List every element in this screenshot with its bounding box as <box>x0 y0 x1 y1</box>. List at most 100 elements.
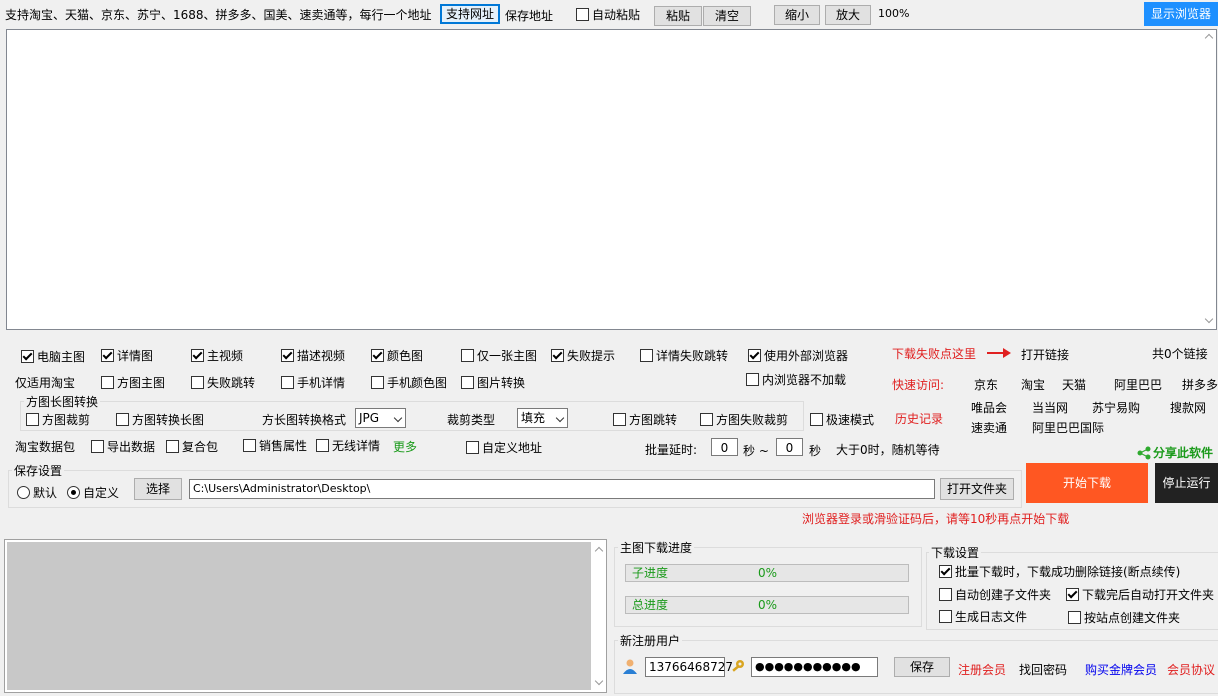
opt-image-convert[interactable]: 图片转换 <box>461 374 525 391</box>
format-label: 方长图转换格式 <box>262 413 347 427</box>
delay-from-input[interactable]: 0 <box>711 438 738 456</box>
opt-square-to-long[interactable]: 方图转换长图 <box>116 411 204 428</box>
url-textarea[interactable] <box>6 29 1217 330</box>
radio-default[interactable]: 默认 <box>17 484 57 501</box>
quick-link-dangdang[interactable]: 当当网 <box>1032 399 1068 416</box>
preview-panel[interactable] <box>4 539 607 693</box>
progress-title: 主图下载进度 <box>618 539 695 556</box>
register-link[interactable]: 注册会员 <box>958 661 1006 678</box>
opt-auto-subfolder[interactable]: 自动创建子文件夹 <box>939 586 1051 603</box>
opt-export-data[interactable]: 导出数据 <box>91 438 155 455</box>
arrow-head-icon <box>1003 348 1011 358</box>
quick-link-pinduoduo[interactable]: 拼多多 <box>1182 376 1218 393</box>
opt-gen-log[interactable]: 生成日志文件 <box>939 608 1027 625</box>
opt-main-video[interactable]: 主视频 <box>191 347 243 364</box>
taobao-only-label: 仅适用淘宝 <box>15 376 76 390</box>
opt-square-jump[interactable]: 方图跳转 <box>613 411 677 428</box>
quick-link-vip[interactable]: 唯品会 <box>971 399 1007 416</box>
user-title: 新注册用户 <box>618 632 683 649</box>
supported-sites-button[interactable]: 支持网址 <box>440 4 500 24</box>
user-save-button[interactable]: 保存 <box>894 657 950 677</box>
opt-custom-address[interactable]: 自定义地址 <box>466 439 542 456</box>
open-link[interactable]: 打开链接 <box>1021 346 1069 363</box>
quick-link-alibaba[interactable]: 阿里巴巴 <box>1114 376 1162 393</box>
paste-button[interactable]: 粘贴 <box>654 6 702 26</box>
data-pack-label: 淘宝数据包 <box>15 440 76 454</box>
scroll-up-icon[interactable] <box>1204 33 1214 43</box>
opt-square-fail-crop[interactable]: 方图失败裁剪 <box>700 411 788 428</box>
opt-single-main-image[interactable]: 仅一张主图 <box>461 347 537 364</box>
crop-type-select[interactable]: 填充 <box>517 408 568 428</box>
opt-fast-mode[interactable]: 极速模式 <box>810 411 874 428</box>
opt-square-main[interactable]: 方图主图 <box>101 374 165 391</box>
password-input[interactable]: ●●●●●●●●●●● <box>751 657 878 677</box>
opt-inner-browser[interactable]: 内浏览器不加载 <box>746 371 846 388</box>
random-wait-label: 大于0时，随机等待 <box>836 443 940 457</box>
radio-custom[interactable]: 自定义 <box>67 484 119 501</box>
quick-link-alibaba-intl[interactable]: 阿里巴巴国际 <box>1032 419 1104 436</box>
opt-by-site[interactable]: 按站点创建文件夹 <box>1068 609 1180 626</box>
link-count: 共0个链接 <box>1152 347 1208 361</box>
scroll-down-icon[interactable] <box>594 676 604 686</box>
recover-password-link[interactable]: 找回密码 <box>1019 661 1067 678</box>
opt-external-browser[interactable]: 使用外部浏览器 <box>748 347 848 364</box>
opt-sales-attr[interactable]: 销售属性 <box>243 437 307 454</box>
scroll-down-icon[interactable] <box>1204 314 1214 324</box>
opt-desc-video[interactable]: 描述视频 <box>281 347 345 364</box>
quick-link-taobao[interactable]: 淘宝 <box>1021 376 1045 393</box>
opt-mobile-detail[interactable]: 手机详情 <box>281 374 345 391</box>
quick-visit-label: 快速访问: <box>892 378 945 392</box>
agreement-link[interactable]: 会员协议 <box>1167 661 1215 678</box>
opt-batch-delete[interactable]: 批量下载时，下载成功删除链接(断点续传) <box>939 563 1180 580</box>
zoom-out-button[interactable]: 缩小 <box>774 5 820 25</box>
quick-link-jd[interactable]: 京东 <box>974 376 998 393</box>
more-link[interactable]: 更多 <box>393 438 417 455</box>
opt-fail-prompt[interactable]: 失败提示 <box>551 347 615 364</box>
quick-link-tmall[interactable]: 天猫 <box>1062 376 1086 393</box>
save-address-link[interactable]: 保存地址 <box>505 7 553 24</box>
open-folder-button[interactable]: 打开文件夹 <box>940 478 1014 500</box>
sec-label: 秒 <box>809 444 822 458</box>
show-browser-button[interactable]: 显示浏览器 <box>1144 2 1218 26</box>
opt-fail-jump[interactable]: 失败跳转 <box>191 374 255 391</box>
save-path-input[interactable]: C:\Users\Administrator\Desktop\ <box>189 479 935 499</box>
share-icon <box>1137 446 1151 460</box>
convert-group-title: 方图长图转换 <box>24 393 101 410</box>
share-link[interactable]: 分享此软件 <box>1137 444 1213 461</box>
format-select[interactable]: JPG <box>355 408 406 428</box>
delay-to-input[interactable]: 0 <box>776 438 803 456</box>
chevron-down-icon <box>393 413 403 423</box>
auto-paste-box <box>576 8 589 21</box>
stop-button[interactable]: 停止运行 <box>1155 463 1218 503</box>
opt-color-image[interactable]: 颜色图 <box>371 347 423 364</box>
opt-composite-pack[interactable]: 复合包 <box>166 438 218 455</box>
auto-paste-checkbox[interactable]: 自动粘贴 <box>576 6 640 23</box>
start-download-button[interactable]: 开始下载 <box>1026 463 1148 503</box>
opt-square-crop[interactable]: 方图裁剪 <box>26 411 90 428</box>
preview-scrollbar[interactable] <box>591 540 606 692</box>
opt-mobile-color[interactable]: 手机颜色图 <box>371 374 447 391</box>
phone-input[interactable]: 13766468727 <box>645 657 733 677</box>
instruction-text: 支持淘宝、天猫、京东、苏宁、1688、拼多多、国美、速卖通等，每行一个地址 <box>5 8 432 22</box>
quick-link-suning[interactable]: 苏宁易购 <box>1092 399 1140 416</box>
buy-gold-link[interactable]: 购买金牌会员 <box>1085 661 1157 678</box>
clear-button[interactable]: 清空 <box>703 6 751 26</box>
opt-auto-open[interactable]: 下载完后自动打开文件夹 <box>1066 586 1214 603</box>
preview-area <box>7 542 591 690</box>
quick-link-aliexpress[interactable]: 速卖通 <box>971 419 1007 436</box>
choose-button[interactable]: 选择 <box>134 478 182 500</box>
sub-progress-label: 子进度 <box>632 566 669 580</box>
sec-range-label: 秒 ~ <box>743 444 769 458</box>
sub-progress-value: 0% <box>758 566 778 580</box>
zoom-level: 100% <box>878 7 910 20</box>
scroll-up-icon[interactable] <box>594 546 604 556</box>
history-link[interactable]: 历史记录 <box>895 410 943 427</box>
chevron-down-icon <box>555 413 565 423</box>
opt-detail-fail-jump[interactable]: 详情失败跳转 <box>640 347 728 364</box>
opt-wireless-detail[interactable]: 无线详情 <box>316 437 380 454</box>
textarea-scrollbar[interactable] <box>1202 30 1216 329</box>
opt-pc-main-image[interactable]: 电脑主图 <box>21 348 85 365</box>
quick-link-soukuan[interactable]: 搜款网 <box>1170 399 1206 416</box>
zoom-in-button[interactable]: 放大 <box>825 5 871 25</box>
opt-detail-image[interactable]: 详情图 <box>101 347 153 364</box>
